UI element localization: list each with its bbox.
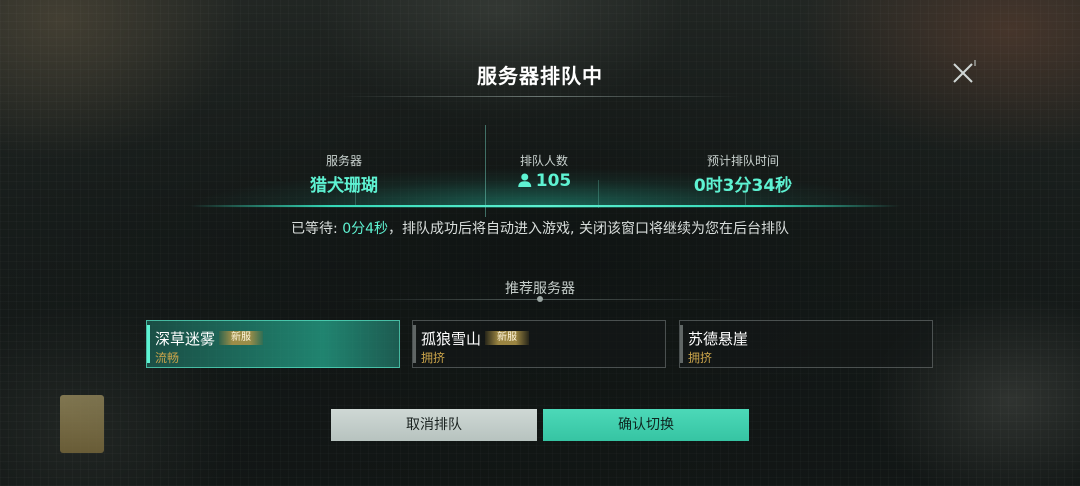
server-name: 深草迷雾 [155, 330, 216, 348]
info-panel-baseline [190, 205, 900, 207]
close-button[interactable] [948, 58, 978, 88]
close-icon [953, 60, 976, 83]
eta-info: 预计排队时间 0时3分34秒 [694, 152, 792, 196]
wait-prefix: 已等待: [291, 221, 343, 237]
wait-suffix: ，排队成功后将自动进入游戏, 关闭该窗口将继续为您在后台排队 [388, 221, 789, 237]
current-server-info: 服务器 猎犬珊瑚 [310, 152, 378, 196]
queue-count-value: 105 [535, 171, 572, 191]
eta-label: 预计排队时间 [706, 154, 780, 168]
info-tick-line [598, 180, 599, 208]
selection-indicator [147, 325, 150, 363]
recommended-servers-title: 推荐服务器 [505, 281, 575, 297]
server-card-sude-cliff[interactable]: 苏德悬崖 拥挤 [679, 320, 933, 368]
queue-count-label: 排队人数 [519, 154, 568, 168]
recommended-divider-dot [537, 296, 543, 302]
server-status: 拥挤 [688, 351, 713, 365]
new-server-badge: 新服 [485, 331, 529, 345]
server-card-gulang-snowmountain[interactable]: 孤狼雪山 新服 拥挤 [412, 320, 666, 368]
title-divider [340, 96, 740, 97]
new-server-badge: 新服 [219, 331, 263, 345]
confirm-switch-button[interactable]: 确认切换 [543, 409, 749, 441]
current-server-value: 猎犬珊瑚 [310, 176, 378, 196]
info-divider-line [485, 125, 486, 217]
card-edge-bar [413, 325, 416, 363]
current-server-label: 服务器 [325, 154, 362, 168]
queue-count-value-row: 105 [517, 171, 572, 193]
eta-value: 0时3分34秒 [693, 176, 793, 196]
cancel-queue-button[interactable]: 取消排队 [331, 409, 537, 441]
queue-count-info: 排队人数 105 [517, 152, 572, 193]
wait-elapsed-time: 0分4秒 [342, 221, 389, 237]
card-edge-bar [680, 325, 683, 363]
wait-status-text: 已等待: 0分4秒，排队成功后将自动进入游戏, 关闭该窗口将继续为您在后台排队 [0, 218, 1080, 238]
person-icon [517, 172, 533, 193]
server-name: 苏德悬崖 [688, 330, 749, 348]
server-card-shencao-mist[interactable]: 深草迷雾 新服 流畅 [146, 320, 400, 368]
dialog-title: 服务器排队中 [477, 64, 603, 88]
server-status: 拥挤 [421, 351, 446, 365]
server-status: 流畅 [155, 351, 180, 365]
server-name: 孤狼雪山 [421, 330, 482, 348]
